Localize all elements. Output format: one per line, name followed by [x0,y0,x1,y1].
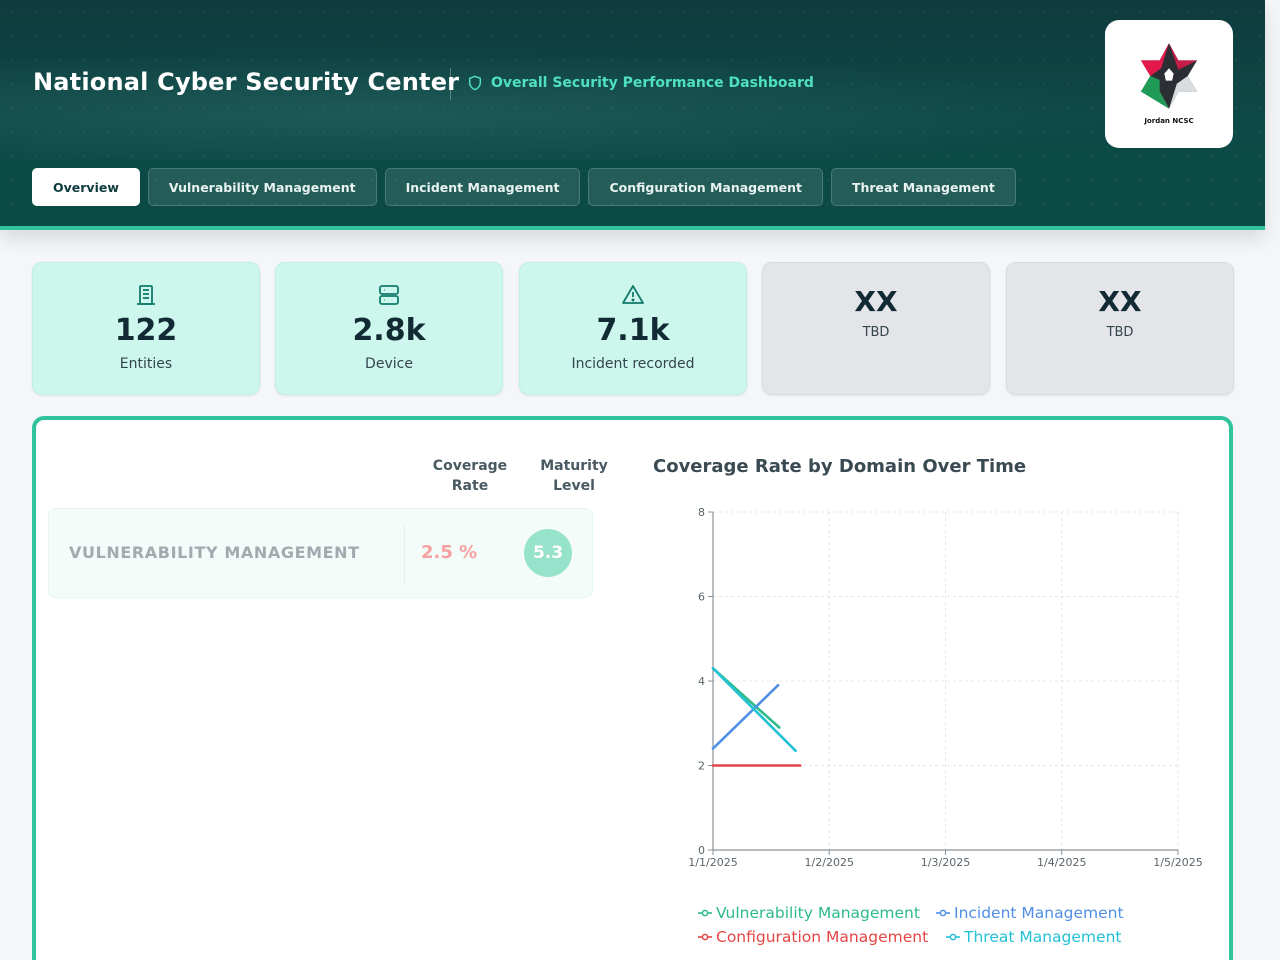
y-tick-label: 2 [698,760,705,773]
x-tick-label: 1/5/2025 [1153,856,1202,869]
tab-overview[interactable]: Overview [32,168,140,206]
stat-label: Entities [119,356,173,372]
legend-label: Vulnerability Management [716,904,920,922]
stat-value: 2.8k [352,313,426,348]
legend-label: Threat Management [963,928,1121,946]
stat-value: 7.1k [596,313,670,348]
stat-card-incidents: 7.1k Incident recorded [519,262,747,395]
title-divider [450,68,451,100]
x-tick-label: 1/4/2025 [1037,856,1086,869]
building-icon [137,285,155,305]
tab-vulnerability-management[interactable]: Vulnerability Management [147,168,377,206]
ncsc-star-logo [1140,43,1198,109]
tab-incident-management[interactable]: Incident Management [384,168,581,206]
maturity-level-header: Maturity Level [540,458,608,494]
domain-panel: Coverage Rate Maturity Level VULNERABILI… [32,416,1233,960]
y-tick-label: 6 [698,591,705,604]
tab-threat-management[interactable]: Threat Management [830,168,1016,206]
legend-marker [939,909,947,917]
shield-icon [468,75,482,91]
stat-label: Device [365,356,413,372]
subtitle-text: Overall Security Performance Dashboard [491,75,814,91]
tab-configuration-management[interactable]: Configuration Management [588,168,823,206]
stat-value: XX [1098,285,1142,318]
stat-card-entities: 122 Entities [32,262,260,395]
y-tick-label: 8 [698,506,705,519]
stat-label: Incident recorded [571,356,695,372]
stat-value: 122 [114,313,178,348]
server-icon [379,285,399,305]
domain-row[interactable]: VULNERABILITY MANAGEMENT 2.5 % 5.3 [48,508,593,598]
header: National Cyber Security Center Overall S… [0,0,1265,230]
coverage-line-chart: 024681/1/2025 1/2/2025 1/3/2025 1/4/2025 1/5… [688,506,1202,946]
legend-marker [701,933,709,941]
chart-title: Coverage Rate by Domain Over Time [653,456,1027,477]
stat-card-tbd-2: XX TBD [1006,262,1234,395]
domain-name: VULNERABILITY MANAGEMENT [69,543,360,562]
page-title: National Cyber Security Center [33,68,460,96]
legend-label: Configuration Management [716,928,928,946]
legend-label: Incident Management [954,904,1124,922]
divider [404,523,405,585]
tab-bar: Overview Vulnerability Management Incide… [32,168,1016,206]
logo-text: Jordan NCSC [1144,117,1194,125]
stat-value: XX [854,285,898,318]
page-subtitle: Overall Security Performance Dashboard [467,75,814,91]
coverage-rate-header: Coverage Rate [432,458,508,494]
legend-marker [949,933,957,941]
coverage-rate-value: 2.5 % [421,542,478,563]
x-tick-label: 1/2/2025 [805,856,854,869]
x-tick-label: 1/1/2025 [688,856,737,869]
stat-card-tbd-1: XX TBD [762,262,990,395]
maturity-level-badge: 5.3 [524,529,572,577]
stat-label: TBD [862,325,890,340]
y-tick-label: 4 [698,675,705,688]
legend-marker [701,909,709,917]
stat-card-devices: 2.8k Device [275,262,503,395]
logo: Jordan NCSC [1105,20,1233,148]
stat-label: TBD [1106,325,1134,340]
x-tick-label: 1/3/2025 [921,856,970,869]
warning-icon [622,285,644,304]
